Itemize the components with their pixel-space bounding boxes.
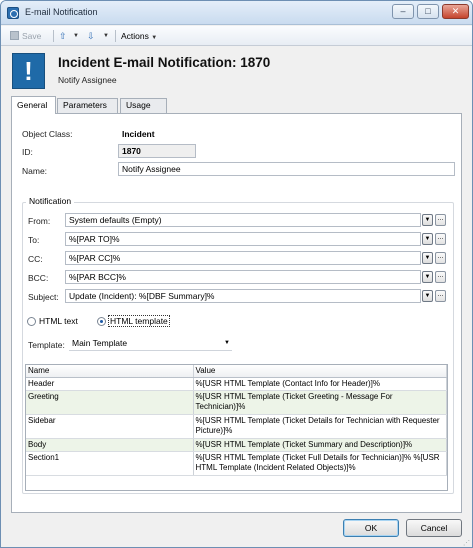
grid-header-row: Name Value bbox=[26, 365, 447, 378]
cc-field[interactable]: %[PAR CC]% bbox=[65, 251, 421, 265]
cc-label: CC: bbox=[28, 254, 43, 264]
table-row[interactable]: Greeting %[USR HTML Template (Ticket Gre… bbox=[26, 390, 447, 415]
maximize-button[interactable]: □ bbox=[417, 4, 439, 19]
subject-label: Subject: bbox=[28, 292, 59, 302]
column-header-value[interactable]: Value bbox=[193, 365, 447, 378]
bcc-browse-button[interactable]: ... bbox=[435, 271, 446, 283]
title-bar[interactable]: E-mail Notification – □ ✕ bbox=[1, 1, 472, 25]
table-row[interactable]: Header %[USR HTML Template (Contact Info… bbox=[26, 377, 447, 391]
toolbar-separator bbox=[53, 30, 54, 42]
column-header-name[interactable]: Name bbox=[26, 365, 194, 378]
html-text-radio[interactable] bbox=[27, 317, 36, 326]
subject-browse-button[interactable]: ... bbox=[435, 290, 446, 302]
to-browse-button[interactable]: ... bbox=[435, 233, 446, 245]
move-up-icon[interactable]: ⇧ bbox=[59, 29, 67, 43]
cell-value: %[USR HTML Template (Contact Info for He… bbox=[193, 377, 447, 391]
cell-value: %[USR HTML Template (Ticket Summary and … bbox=[193, 438, 447, 452]
cell-value: %[USR HTML Template (Ticket Greeting - M… bbox=[193, 390, 447, 415]
name-field[interactable]: Notify Assignee bbox=[118, 162, 455, 176]
move-down-icon[interactable]: ⇩ bbox=[87, 29, 95, 43]
bcc-field[interactable]: %[PAR BCC]% bbox=[65, 270, 421, 284]
id-label: ID: bbox=[22, 147, 33, 157]
html-template-label[interactable]: HTML template bbox=[108, 315, 170, 327]
notification-alert-icon: ! bbox=[12, 53, 45, 89]
toolbar: Save ⇧ ▼ ⇩ ▼ Actions ▼ bbox=[1, 26, 472, 46]
window-title: E-mail Notification bbox=[25, 7, 98, 17]
from-field[interactable]: System defaults (Empty) bbox=[65, 213, 421, 227]
template-value: Main Template bbox=[72, 338, 128, 348]
to-label: To: bbox=[28, 235, 40, 245]
cell-name: Sidebar bbox=[26, 414, 194, 439]
app-icon bbox=[7, 7, 19, 19]
object-class-label: Object Class: bbox=[22, 129, 73, 139]
tab-parameters[interactable]: Parameters (4) bbox=[57, 98, 118, 123]
chevron-down-icon: ▼ bbox=[224, 340, 230, 346]
subject-field[interactable]: Update (Incident): %[DBF Summary]% bbox=[65, 289, 421, 303]
actions-menu[interactable]: Actions ▼ bbox=[121, 29, 157, 43]
cancel-button[interactable]: Cancel bbox=[406, 519, 462, 537]
bcc-dropdown-button[interactable]: ▼ bbox=[422, 271, 433, 283]
cell-name: Header bbox=[26, 377, 194, 391]
move-up-dropdown-icon[interactable]: ▼ bbox=[73, 29, 79, 43]
from-dropdown-button[interactable]: ▼ bbox=[422, 214, 433, 226]
from-label: From: bbox=[28, 216, 51, 226]
tab-usage[interactable]: Usage (1) bbox=[120, 98, 167, 123]
template-select[interactable]: Main Template ▼ bbox=[69, 337, 232, 351]
object-class-value: Incident bbox=[122, 129, 155, 139]
table-row[interactable]: Body %[USR HTML Template (Ticket Summary… bbox=[26, 438, 447, 452]
chevron-down-icon: ▼ bbox=[151, 35, 158, 41]
cc-browse-button[interactable]: ... bbox=[435, 252, 446, 264]
page-title: Incident E-mail Notification: 1870 bbox=[58, 55, 271, 70]
minimize-button[interactable]: – bbox=[392, 4, 414, 19]
bcc-label: BCC: bbox=[28, 273, 49, 283]
name-label: Name: bbox=[22, 166, 48, 176]
actions-label: Actions bbox=[121, 31, 149, 41]
id-field: 1870 bbox=[118, 144, 196, 158]
table-row[interactable]: Sidebar %[USR HTML Template (Ticket Deta… bbox=[26, 414, 447, 439]
save-button[interactable]: Save bbox=[10, 29, 41, 43]
email-notification-window: E-mail Notification – □ ✕ Save ⇧ ▼ ⇩ ▼ A… bbox=[0, 0, 473, 548]
resize-grip-icon[interactable]: ⋰ bbox=[463, 539, 471, 547]
cell-name: Body bbox=[26, 438, 194, 452]
cell-value: %[USR HTML Template (Ticket Details for … bbox=[193, 414, 447, 439]
close-button[interactable]: ✕ bbox=[442, 4, 469, 19]
tab-general[interactable]: General bbox=[11, 96, 56, 114]
floppy-disk-icon bbox=[10, 31, 19, 40]
subject-dropdown-button[interactable]: ▼ bbox=[422, 290, 433, 302]
save-label: Save bbox=[22, 31, 42, 41]
to-dropdown-button[interactable]: ▼ bbox=[422, 233, 433, 245]
table-row[interactable]: Section1 %[USR HTML Template (Ticket Ful… bbox=[26, 451, 447, 476]
toolbar-separator bbox=[115, 30, 116, 42]
from-browse-button[interactable]: ... bbox=[435, 214, 446, 226]
to-field[interactable]: %[PAR TO]% bbox=[65, 232, 421, 246]
ok-button[interactable]: OK bbox=[343, 519, 399, 537]
cell-name: Section1 bbox=[26, 451, 194, 476]
cc-dropdown-button[interactable]: ▼ bbox=[422, 252, 433, 264]
template-sections-grid: Name Value Header %[USR HTML Template (C… bbox=[25, 364, 448, 491]
html-text-label[interactable]: HTML text bbox=[39, 316, 78, 326]
template-label: Template: bbox=[28, 340, 65, 350]
notification-group-title: Notification bbox=[26, 196, 75, 206]
html-template-radio[interactable] bbox=[97, 317, 106, 326]
cell-name: Greeting bbox=[26, 390, 194, 415]
page-subtitle: Notify Assignee bbox=[58, 75, 117, 85]
cell-value: %[USR HTML Template (Ticket Full Details… bbox=[193, 451, 447, 476]
move-down-dropdown-icon[interactable]: ▼ bbox=[103, 29, 109, 43]
